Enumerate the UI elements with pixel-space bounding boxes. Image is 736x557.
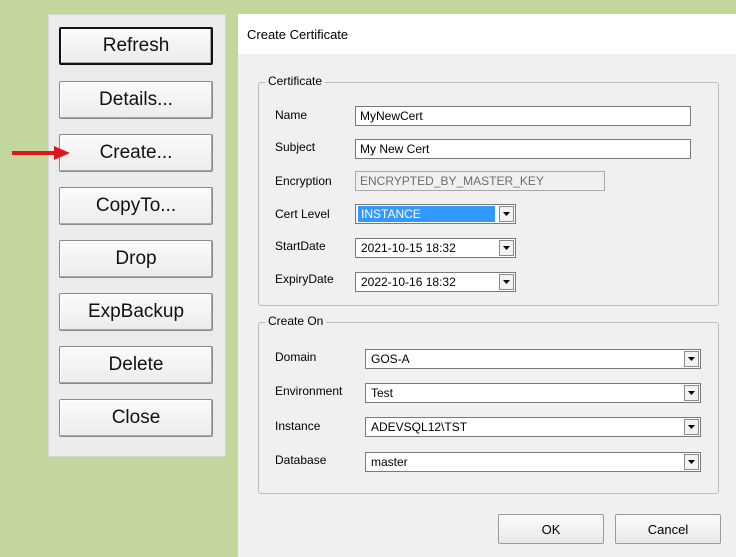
database-select[interactable]: master: [365, 452, 701, 472]
domain-select[interactable]: GOS-A: [365, 349, 701, 369]
subject-field[interactable]: My New Cert: [355, 139, 691, 159]
dialog-title: Create Certificate: [238, 14, 736, 54]
instance-select[interactable]: ADEVSQL12\TST: [365, 417, 701, 437]
expirydate-label: ExpiryDate: [275, 272, 334, 286]
create-button[interactable]: Create...: [59, 134, 213, 172]
environment-value: Test: [371, 386, 394, 400]
environment-label: Environment: [275, 384, 343, 398]
cert-level-label: Cert Level: [275, 207, 330, 221]
close-button[interactable]: Close: [59, 399, 213, 437]
certificate-group-label: Certificate: [265, 74, 326, 88]
cert-level-select[interactable]: INSTANCE: [355, 204, 516, 224]
chevron-down-icon[interactable]: [684, 419, 699, 435]
chevron-down-icon[interactable]: [499, 274, 514, 290]
domain-label: Domain: [275, 350, 317, 364]
instance-value: ADEVSQL12\TST: [371, 420, 468, 434]
create-on-group-label: Create On: [265, 314, 327, 328]
environment-select[interactable]: Test: [365, 383, 701, 403]
command-panel: Refresh Details... Create... CopyTo... D…: [48, 14, 226, 457]
expirydate-value: 2022-10-16 18:32: [361, 275, 456, 289]
database-label: Database: [275, 453, 327, 467]
details-button[interactable]: Details...: [59, 81, 213, 119]
create-certificate-dialog: Create Certificate Certificate Name MyNe…: [238, 14, 736, 557]
database-value: master: [371, 455, 408, 469]
red-arrow-icon: [12, 146, 70, 160]
instance-label: Instance: [275, 419, 321, 433]
expirydate-picker[interactable]: 2022-10-16 18:32: [355, 272, 516, 292]
startdate-picker[interactable]: 2021-10-15 18:32: [355, 238, 516, 258]
ok-button[interactable]: OK: [498, 514, 604, 544]
encryption-label: Encryption: [275, 174, 332, 188]
chevron-down-icon[interactable]: [684, 454, 699, 470]
cancel-button[interactable]: Cancel: [615, 514, 721, 544]
chevron-down-icon[interactable]: [499, 240, 514, 256]
startdate-value: 2021-10-15 18:32: [361, 241, 456, 255]
refresh-button[interactable]: Refresh: [59, 27, 213, 65]
create-on-group: Create On Domain GOS-A Environment Test …: [258, 314, 719, 494]
cert-level-value: INSTANCE: [358, 206, 495, 222]
name-label: Name: [275, 108, 308, 122]
name-field[interactable]: MyNewCert: [355, 106, 691, 126]
certificate-group: Certificate Name MyNewCert Subject My Ne…: [258, 74, 719, 306]
copyto-button[interactable]: CopyTo...: [59, 187, 213, 225]
chevron-down-icon[interactable]: [499, 206, 514, 222]
chevron-down-icon[interactable]: [684, 385, 699, 401]
delete-button[interactable]: Delete: [59, 346, 213, 384]
domain-value: GOS-A: [371, 352, 410, 366]
startdate-label: StartDate: [275, 239, 326, 253]
subject-label: Subject: [275, 140, 316, 154]
drop-button[interactable]: Drop: [59, 240, 213, 278]
encryption-field: ENCRYPTED_BY_MASTER_KEY: [355, 171, 605, 191]
chevron-down-icon[interactable]: [684, 351, 699, 367]
expbackup-button[interactable]: ExpBackup: [59, 293, 213, 331]
